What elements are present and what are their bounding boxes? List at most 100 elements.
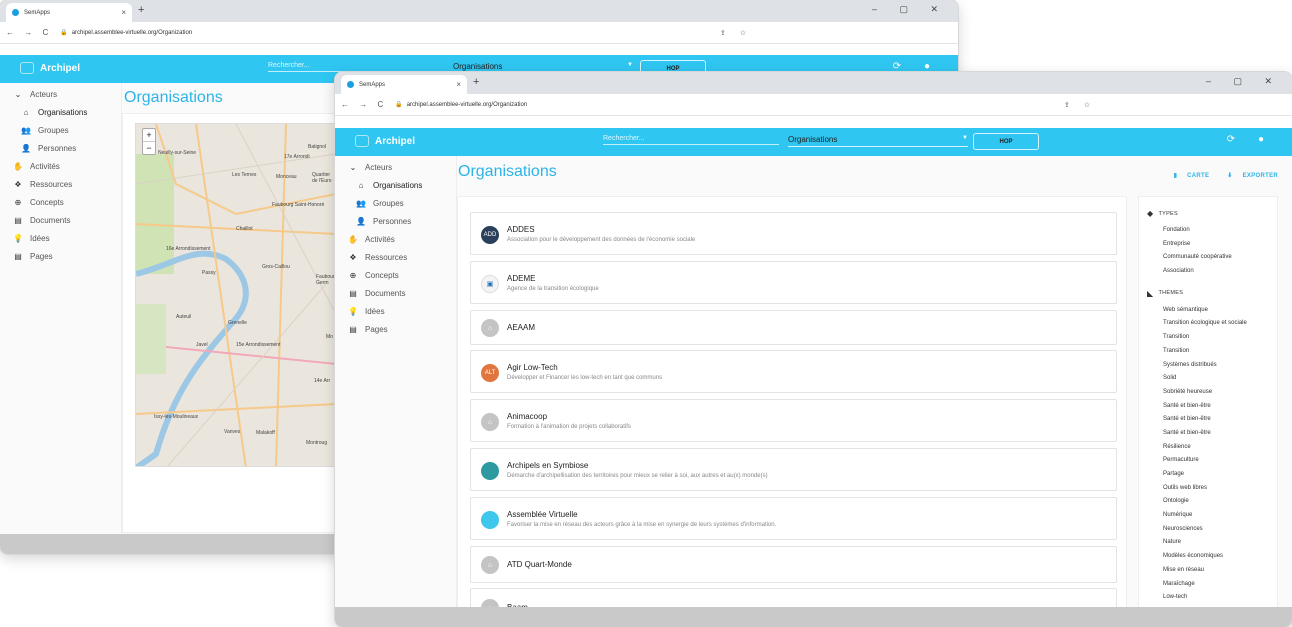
filter-item[interactable]: Solid	[1147, 372, 1269, 386]
sidebar-item-ressources[interactable]: ❖ Ressources	[0, 175, 121, 193]
list-item[interactable]: ⌂ Animacoop Formation à l'animation de p…	[470, 399, 1117, 442]
logo[interactable]: Archipel	[20, 62, 80, 74]
resource-icon: ❖	[14, 179, 22, 189]
search-input[interactable]: Rechercher...	[603, 135, 779, 145]
zoom-out-button[interactable]: −	[143, 141, 155, 154]
page-title: Organisations	[458, 163, 557, 180]
nav-buttons[interactable]: ← → C	[341, 100, 387, 109]
filter-item[interactable]: Association	[1147, 265, 1269, 279]
sidebar-item-idees[interactable]: 💡 Idées	[335, 302, 456, 320]
carte-button[interactable]: ▮ CARTE	[1166, 173, 1210, 179]
app-header: Archipel Rechercher... Organisations ▼ H…	[335, 128, 1292, 156]
map-label: 14e Arr	[314, 378, 331, 384]
filter-item[interactable]: Maraîchage	[1147, 578, 1269, 592]
tag-icon: ◣	[1147, 288, 1154, 298]
list-item[interactable]: ADD ADDES Association pour le développem…	[470, 212, 1117, 255]
close-tab-icon[interactable]: ×	[456, 80, 461, 89]
org-name: Animacoop	[507, 412, 548, 421]
filter-item[interactable]: Outils web libres	[1147, 482, 1269, 496]
sidebar-item-personnes[interactable]: 👤 Personnes	[335, 212, 456, 230]
sidebar-item-documents[interactable]: ▤ Documents	[0, 211, 121, 229]
sidebar-item-concepts[interactable]: ⊕ Concepts	[335, 266, 456, 284]
filter-item[interactable]: Résilience	[1147, 441, 1269, 455]
search-input[interactable]: Rechercher...	[268, 62, 438, 72]
list-item[interactable]: Archipels en Symbiose Démarche d'archipe…	[470, 448, 1117, 491]
browser-tab[interactable]: SemApps ×	[6, 3, 132, 22]
filter-item[interactable]: Santé et bien-être	[1147, 400, 1269, 414]
nav-buttons[interactable]: ← → C	[6, 28, 52, 37]
sidebar-item-acteurs[interactable]: ⌄ Acteurs	[335, 158, 456, 176]
document-icon: ▤	[14, 251, 22, 261]
filter-item[interactable]: Ontologie	[1147, 495, 1269, 509]
filter-item[interactable]: Santé et bien-être	[1147, 427, 1269, 441]
header-icons[interactable]: ⟳ ●	[893, 61, 940, 72]
filter-item[interactable]: Partage	[1147, 468, 1269, 482]
exporter-label: EXPORTER	[1242, 173, 1278, 179]
sidebar-item-activites[interactable]: ✋ Activités	[335, 230, 456, 248]
sidebar-item-idees[interactable]: 💡 Idées	[0, 229, 121, 247]
sidebar-item-groupes[interactable]: 👥 Groupes	[335, 194, 456, 212]
filter-item[interactable]: Santé et bien-être	[1147, 413, 1269, 427]
filter-item[interactable]: Nature	[1147, 536, 1269, 550]
resource-select[interactable]: Organisations ▼	[788, 135, 968, 147]
sidebar-item-organisations[interactable]: ⌂ Organisations	[0, 103, 121, 121]
url-text[interactable]: archipel.assemblee-virtuelle.org/Organiz…	[407, 102, 1064, 108]
sidebar-item-personnes[interactable]: 👤 Personnes	[0, 139, 121, 157]
zoom-controls[interactable]: + −	[142, 128, 156, 155]
person-icon: 👤	[356, 216, 366, 226]
browser-tools[interactable]: ⇪ ☆	[1064, 101, 1096, 109]
home-icon: ⌂	[481, 319, 499, 337]
sidebar-item-activites[interactable]: ✋ Activités	[0, 157, 121, 175]
lightbulb-icon: 💡	[13, 233, 23, 243]
sidebar-item-groupes[interactable]: 👥 Groupes	[0, 121, 121, 139]
filter-item[interactable]: Mise en réseau	[1147, 564, 1269, 578]
filter-item[interactable]: Transition	[1147, 345, 1269, 359]
list-item[interactable]: ⌂ ATD Quart-Monde	[470, 546, 1117, 583]
filter-item[interactable]: Low-tech	[1147, 591, 1269, 605]
map-view[interactable]: + − Neuilly-sur-Seine Batignol 17e Arron…	[135, 123, 335, 467]
new-tab-icon[interactable]: +	[473, 76, 479, 88]
sidebar-item-concepts[interactable]: ⊕ Concepts	[0, 193, 121, 211]
zoom-in-button[interactable]: +	[143, 129, 155, 141]
filter-item[interactable]: Systèmes distribués	[1147, 359, 1269, 373]
front-browser-window: SemApps × + – ▢ ✕ ← → C 🔒 archipel.assem…	[335, 72, 1292, 627]
avatar: ALT	[481, 364, 499, 382]
list-item[interactable]: ▣ ADEME Agence de la transition écologiq…	[470, 261, 1117, 304]
hop-button[interactable]: HOP	[973, 133, 1039, 150]
exporter-button[interactable]: ⬇ EXPORTER	[1219, 173, 1278, 179]
filter-item[interactable]: Transition écologique et sociale	[1147, 317, 1269, 331]
sidebar-item-pages[interactable]: ▤ Pages	[0, 247, 121, 265]
url-text[interactable]: archipel.assemblee-virtuelle.org/Organiz…	[72, 30, 720, 36]
filter-item[interactable]: Transition	[1147, 331, 1269, 345]
sidebar-item-acteurs[interactable]: ⌄ Acteurs	[0, 85, 121, 103]
filter-item[interactable]: Numérique	[1147, 509, 1269, 523]
header-icons[interactable]: ⟳ ●	[1227, 134, 1274, 145]
close-tab-icon[interactable]: ×	[121, 8, 126, 17]
list-item[interactable]: ALT Agir Low-Tech Développer et Financer…	[470, 350, 1117, 393]
browser-tab[interactable]: SemApps ×	[341, 75, 467, 94]
org-description: Développer et Financer les low-tech en t…	[507, 375, 663, 381]
filter-item[interactable]: Neurosciences	[1147, 523, 1269, 537]
window-controls[interactable]: – ▢ ✕	[872, 4, 948, 15]
filter-item[interactable]: Communauté coopérative	[1147, 251, 1269, 265]
sidebar-item-ressources[interactable]: ❖ Ressources	[335, 248, 456, 266]
new-tab-icon[interactable]: +	[138, 4, 144, 16]
filter-item[interactable]: Modèles économiques	[1147, 550, 1269, 564]
filter-item[interactable]: Fondation	[1147, 224, 1269, 238]
filter-item[interactable]: Sobriété heureuse	[1147, 386, 1269, 400]
org-name: Assemblée Virtuelle	[507, 510, 578, 519]
browser-tools[interactable]: ⇪ ☆	[720, 29, 752, 37]
filter-item[interactable]: Entreprise	[1147, 238, 1269, 252]
sidebar-item-organisations[interactable]: ⌂ Organisations	[335, 176, 456, 194]
filter-item[interactable]: Permaculture	[1147, 454, 1269, 468]
window-controls[interactable]: – ▢ ✕	[1206, 76, 1282, 87]
logo[interactable]: Archipel	[355, 135, 415, 147]
chevron-down-icon: ⌄	[349, 162, 357, 172]
sidebar-item-documents[interactable]: ▤ Documents	[335, 284, 456, 302]
list-item[interactable]: ⌂ AEAAM	[470, 310, 1117, 345]
map-label: 16e Arrondissement	[166, 246, 211, 252]
list-item[interactable]: Assemblée Virtuelle Favoriser la mise en…	[470, 497, 1117, 540]
lightbulb-icon: 💡	[348, 306, 358, 316]
sidebar-item-pages[interactable]: ▤ Pages	[335, 320, 456, 338]
filter-item[interactable]: Web sémantique	[1147, 304, 1269, 318]
